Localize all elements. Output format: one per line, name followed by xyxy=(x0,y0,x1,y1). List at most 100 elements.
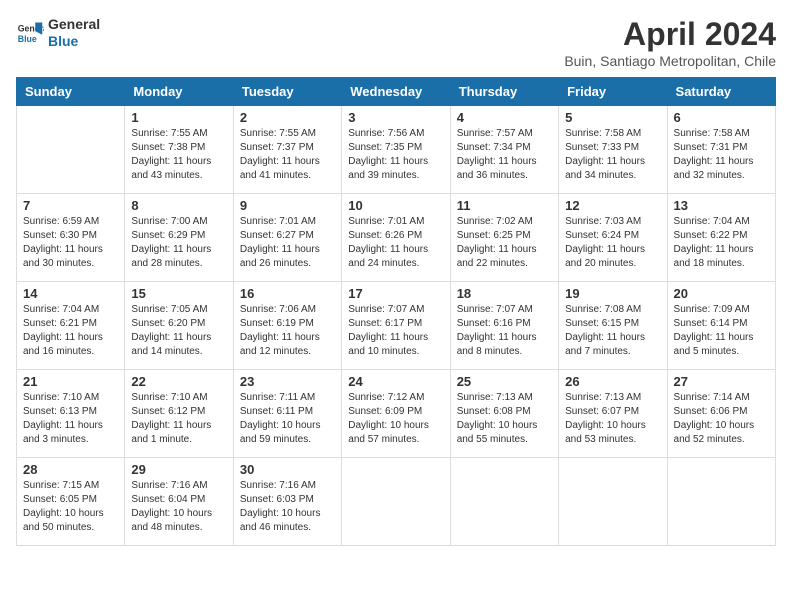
day-number: 23 xyxy=(240,374,335,389)
calendar-cell xyxy=(450,458,558,546)
calendar-cell: 10Sunrise: 7:01 AMSunset: 6:26 PMDayligh… xyxy=(342,194,450,282)
day-number: 16 xyxy=(240,286,335,301)
day-info: Sunrise: 7:12 AMSunset: 6:09 PMDaylight:… xyxy=(348,391,443,447)
day-info: Sunrise: 6:59 AMSunset: 6:30 PMDaylight:… xyxy=(23,215,118,271)
day-info: Sunrise: 7:06 AMSunset: 6:19 PMDaylight:… xyxy=(240,303,335,359)
day-info: Sunrise: 7:14 AMSunset: 6:06 PMDaylight:… xyxy=(674,391,769,447)
week-row-4: 21 Sunrise: 7:10 AMSunset: 6:13 PMDayligh… xyxy=(17,370,776,458)
day-info: Sunrise: 7:15 AMSunset: 6:05 PMDaylight:… xyxy=(23,479,118,535)
day-number: 5 xyxy=(565,110,660,125)
calendar-cell: 14 Sunrise: 7:04 AMSunset: 6:21 PMDayligh… xyxy=(17,282,125,370)
calendar-cell: 25 Sunrise: 7:13 AMSunset: 6:08 PMDayligh… xyxy=(450,370,558,458)
logo-icon: General Blue xyxy=(16,19,44,47)
weekday-header-sunday: Sunday xyxy=(17,78,125,106)
day-info: Sunrise: 7:58 AMSunset: 7:33 PMDaylight:… xyxy=(565,127,660,183)
day-info: Sunrise: 7:10 AMSunset: 6:12 PMDaylight:… xyxy=(131,391,226,447)
day-info: Sunrise: 7:11 AMSunset: 6:11 PMDaylight:… xyxy=(240,391,335,447)
calendar-cell: 29Sunrise: 7:16 AMSunset: 6:04 PMDayligh… xyxy=(125,458,233,546)
logo-blue: Blue xyxy=(48,33,100,50)
calendar-table: SundayMondayTuesdayWednesdayThursdayFrid… xyxy=(16,77,776,546)
day-number: 8 xyxy=(131,198,226,213)
title-block: April 2024 Buin, Santiago Metropolitan, … xyxy=(564,16,776,69)
day-number: 2 xyxy=(240,110,335,125)
calendar-cell: 23 Sunrise: 7:11 AMSunset: 6:11 PMDayligh… xyxy=(233,370,341,458)
calendar-cell: 18Sunrise: 7:07 AMSunset: 6:16 PMDayligh… xyxy=(450,282,558,370)
day-number: 1 xyxy=(131,110,226,125)
calendar-cell xyxy=(559,458,667,546)
day-info: Sunrise: 7:02 AMSunset: 6:25 PMDaylight:… xyxy=(457,215,552,271)
day-number: 20 xyxy=(674,286,769,301)
calendar-cell: 7 Sunrise: 6:59 AMSunset: 6:30 PMDaylight… xyxy=(17,194,125,282)
day-info: Sunrise: 7:55 AMSunset: 7:37 PMDaylight:… xyxy=(240,127,335,183)
calendar-cell: 6 Sunrise: 7:58 AMSunset: 7:31 PMDaylight… xyxy=(667,106,775,194)
svg-text:Blue: Blue xyxy=(18,34,37,44)
day-info: Sunrise: 7:05 AMSunset: 6:20 PMDaylight:… xyxy=(131,303,226,359)
calendar-cell: 16 Sunrise: 7:06 AMSunset: 6:19 PMDayligh… xyxy=(233,282,341,370)
weekday-header-tuesday: Tuesday xyxy=(233,78,341,106)
day-number: 12 xyxy=(565,198,660,213)
calendar-cell: 11 Sunrise: 7:02 AMSunset: 6:25 PMDayligh… xyxy=(450,194,558,282)
day-info: Sunrise: 7:58 AMSunset: 7:31 PMDaylight:… xyxy=(674,127,769,183)
week-row-3: 14 Sunrise: 7:04 AMSunset: 6:21 PMDayligh… xyxy=(17,282,776,370)
day-number: 4 xyxy=(457,110,552,125)
day-info: Sunrise: 7:01 AMSunset: 6:27 PMDaylight:… xyxy=(240,215,335,271)
day-number: 17 xyxy=(348,286,443,301)
weekday-header-wednesday: Wednesday xyxy=(342,78,450,106)
day-number: 7 xyxy=(23,198,118,213)
calendar-cell: 15 Sunrise: 7:05 AMSunset: 6:20 PMDayligh… xyxy=(125,282,233,370)
calendar-cell: 21 Sunrise: 7:10 AMSunset: 6:13 PMDayligh… xyxy=(17,370,125,458)
day-info: Sunrise: 7:13 AMSunset: 6:07 PMDaylight:… xyxy=(565,391,660,447)
day-number: 30 xyxy=(240,462,335,477)
calendar-cell: 28Sunrise: 7:15 AMSunset: 6:05 PMDayligh… xyxy=(17,458,125,546)
day-info: Sunrise: 7:16 AMSunset: 6:03 PMDaylight:… xyxy=(240,479,335,535)
day-number: 27 xyxy=(674,374,769,389)
day-number: 6 xyxy=(674,110,769,125)
calendar-cell: 30 Sunrise: 7:16 AMSunset: 6:03 PMDayligh… xyxy=(233,458,341,546)
calendar-cell: 26 Sunrise: 7:13 AMSunset: 6:07 PMDayligh… xyxy=(559,370,667,458)
weekday-header-saturday: Saturday xyxy=(667,78,775,106)
calendar-cell: 1 Sunrise: 7:55 AMSunset: 7:38 PMDaylight… xyxy=(125,106,233,194)
calendar-cell: 27 Sunrise: 7:14 AMSunset: 6:06 PMDayligh… xyxy=(667,370,775,458)
day-info: Sunrise: 7:57 AMSunset: 7:34 PMDaylight:… xyxy=(457,127,552,183)
day-number: 21 xyxy=(23,374,118,389)
calendar-cell: 20Sunrise: 7:09 AMSunset: 6:14 PMDayligh… xyxy=(667,282,775,370)
month-year-title: April 2024 xyxy=(564,16,776,53)
day-info: Sunrise: 7:07 AMSunset: 6:17 PMDaylight:… xyxy=(348,303,443,359)
day-number: 13 xyxy=(674,198,769,213)
day-info: Sunrise: 7:03 AMSunset: 6:24 PMDaylight:… xyxy=(565,215,660,271)
calendar-cell: 12 Sunrise: 7:03 AMSunset: 6:24 PMDayligh… xyxy=(559,194,667,282)
weekday-header-thursday: Thursday xyxy=(450,78,558,106)
weekday-header-row: SundayMondayTuesdayWednesdayThursdayFrid… xyxy=(17,78,776,106)
day-number: 19 xyxy=(565,286,660,301)
weekday-header-monday: Monday xyxy=(125,78,233,106)
day-number: 18 xyxy=(457,286,552,301)
calendar-cell: 9 Sunrise: 7:01 AMSunset: 6:27 PMDaylight… xyxy=(233,194,341,282)
day-info: Sunrise: 7:04 AMSunset: 6:21 PMDaylight:… xyxy=(23,303,118,359)
weekday-header-friday: Friday xyxy=(559,78,667,106)
day-number: 9 xyxy=(240,198,335,213)
calendar-cell: 3Sunrise: 7:56 AMSunset: 7:35 PMDaylight… xyxy=(342,106,450,194)
day-info: Sunrise: 7:13 AMSunset: 6:08 PMDaylight:… xyxy=(457,391,552,447)
day-number: 14 xyxy=(23,286,118,301)
day-info: Sunrise: 7:55 AMSunset: 7:38 PMDaylight:… xyxy=(131,127,226,183)
calendar-cell: 8Sunrise: 7:00 AMSunset: 6:29 PMDaylight… xyxy=(125,194,233,282)
day-number: 24 xyxy=(348,374,443,389)
calendar-cell: 22Sunrise: 7:10 AMSunset: 6:12 PMDayligh… xyxy=(125,370,233,458)
calendar-cell xyxy=(667,458,775,546)
location-subtitle: Buin, Santiago Metropolitan, Chile xyxy=(564,53,776,69)
day-number: 26 xyxy=(565,374,660,389)
day-number: 25 xyxy=(457,374,552,389)
day-number: 15 xyxy=(131,286,226,301)
day-number: 11 xyxy=(457,198,552,213)
day-number: 29 xyxy=(131,462,226,477)
day-info: Sunrise: 7:01 AMSunset: 6:26 PMDaylight:… xyxy=(348,215,443,271)
calendar-cell xyxy=(342,458,450,546)
day-info: Sunrise: 7:56 AMSunset: 7:35 PMDaylight:… xyxy=(348,127,443,183)
calendar-cell: 13Sunrise: 7:04 AMSunset: 6:22 PMDayligh… xyxy=(667,194,775,282)
page-header: General Blue General Blue April 2024 Bui… xyxy=(16,16,776,69)
calendar-cell: 2 Sunrise: 7:55 AMSunset: 7:37 PMDaylight… xyxy=(233,106,341,194)
calendar-cell: 17 Sunrise: 7:07 AMSunset: 6:17 PMDayligh… xyxy=(342,282,450,370)
calendar-cell xyxy=(17,106,125,194)
calendar-cell: 24 Sunrise: 7:12 AMSunset: 6:09 PMDayligh… xyxy=(342,370,450,458)
day-info: Sunrise: 7:10 AMSunset: 6:13 PMDaylight:… xyxy=(23,391,118,447)
